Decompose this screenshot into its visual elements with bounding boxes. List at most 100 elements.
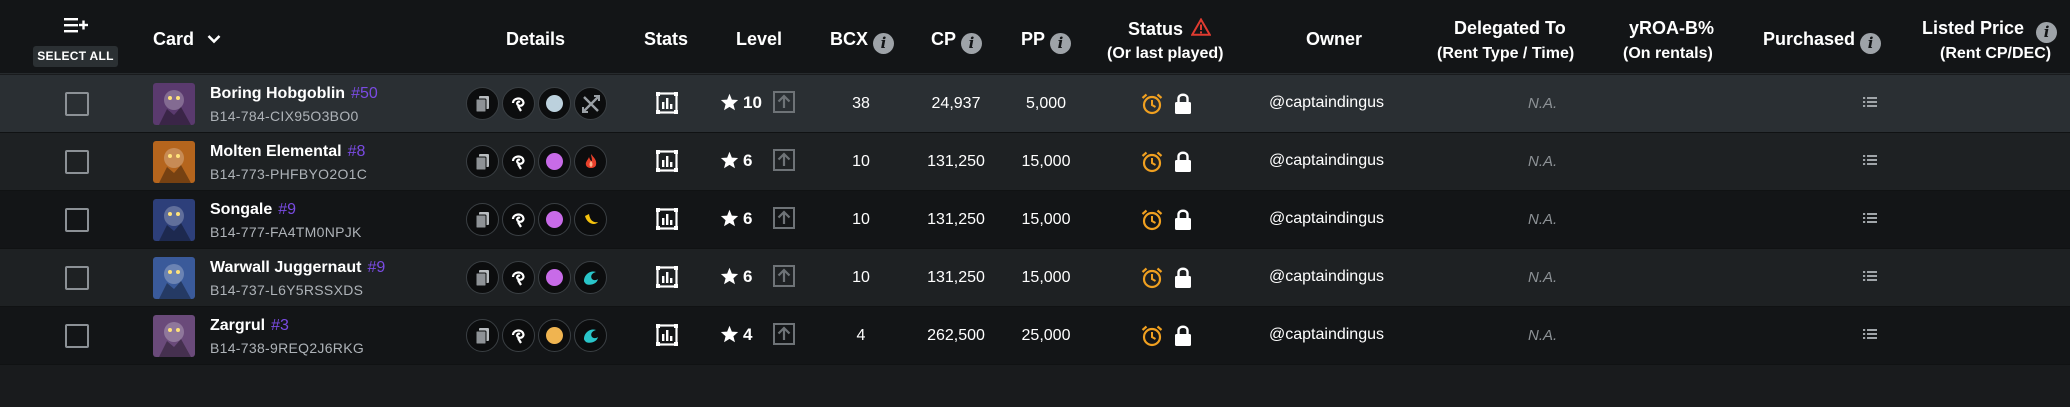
ability-icon[interactable] xyxy=(574,145,607,178)
row-checkbox[interactable] xyxy=(65,92,89,116)
owner-link[interactable]: @captaindingus xyxy=(1269,94,1384,112)
select-all-icon[interactable] xyxy=(64,16,88,39)
card-name-line[interactable]: Warwall Juggernaut #9 xyxy=(210,259,385,277)
cards-icon[interactable] xyxy=(466,145,499,178)
cards-icon[interactable] xyxy=(466,319,499,352)
level-up-button[interactable] xyxy=(773,91,795,113)
card-name-line[interactable]: Zargrul #3 xyxy=(210,317,289,335)
level-up-button[interactable] xyxy=(773,265,795,287)
card-column-header[interactable]: Card xyxy=(153,29,221,50)
table-row[interactable]: Warwall Juggernaut #9 B14-737-L6Y5RSSXDS … xyxy=(0,249,2070,307)
table-row[interactable]: Boring Hobgoblin #50 B14-784-CIX95O3BO0 1… xyxy=(0,75,2070,133)
alarm-clock-icon[interactable] xyxy=(1141,325,1163,347)
pp-value: 15,000 xyxy=(1021,269,1071,286)
owner-link[interactable]: @captaindingus xyxy=(1269,326,1384,344)
lock-icon[interactable] xyxy=(1174,92,1192,115)
row-checkbox[interactable] xyxy=(65,208,89,232)
owner-link[interactable]: @captaindingus xyxy=(1269,152,1384,170)
card-name[interactable]: Boring Hobgoblin xyxy=(210,85,345,102)
stats-icon[interactable] xyxy=(656,92,678,114)
owner-link[interactable]: @captaindingus xyxy=(1269,268,1384,286)
element-icon[interactable] xyxy=(538,261,571,294)
swirl-icon[interactable] xyxy=(502,319,535,352)
card-thumbnail[interactable] xyxy=(153,199,195,241)
ability-icon[interactable] xyxy=(574,203,607,236)
alarm-clock-icon[interactable] xyxy=(1141,93,1163,115)
alarm-clock-icon[interactable] xyxy=(1141,267,1163,289)
level-up-button[interactable] xyxy=(773,207,795,229)
card-edition: #9 xyxy=(367,259,386,276)
cp-header[interactable]: CP i xyxy=(931,29,983,54)
alarm-clock-icon[interactable] xyxy=(1141,209,1163,231)
lock-icon[interactable] xyxy=(1174,266,1192,289)
bcx-value: 4 xyxy=(856,327,866,344)
card-name[interactable]: Zargrul xyxy=(210,317,265,334)
table-row[interactable]: Molten Elemental #8 B14-773-PHFBYO2O1C 6 … xyxy=(0,133,2070,191)
purchased-header[interactable]: Purchased i xyxy=(1763,29,1882,54)
star-icon xyxy=(720,209,739,227)
swirl-icon[interactable] xyxy=(502,87,535,120)
lock-icon[interactable] xyxy=(1174,208,1192,231)
stats-icon[interactable] xyxy=(656,324,678,346)
history-list-icon[interactable] xyxy=(1863,328,1877,340)
select-all-button[interactable]: SELECT ALL xyxy=(33,46,118,67)
row-checkbox[interactable] xyxy=(65,266,89,290)
card-name-line[interactable]: Songale #9 xyxy=(210,201,296,219)
table-row[interactable]: Songale #9 B14-777-FA4TM0NPJK 6 10 131,25… xyxy=(0,191,2070,249)
level-header[interactable]: Level xyxy=(736,29,782,50)
arrow-up-icon xyxy=(777,268,791,282)
lock-icon[interactable] xyxy=(1174,324,1192,347)
info-icon[interactable]: i xyxy=(873,33,895,54)
stats-icon[interactable] xyxy=(656,266,678,288)
cards-icon[interactable] xyxy=(466,261,499,294)
stats-icon[interactable] xyxy=(656,150,678,172)
warning-icon[interactable] xyxy=(1190,17,1212,36)
swirl-icon[interactable] xyxy=(502,145,535,178)
info-icon[interactable]: i xyxy=(1050,33,1072,54)
card-thumbnail[interactable] xyxy=(153,141,195,183)
row-checkbox[interactable] xyxy=(65,324,89,348)
info-icon[interactable]: i xyxy=(1860,33,1882,54)
ability-icon[interactable] xyxy=(574,87,607,120)
history-list-icon[interactable] xyxy=(1863,96,1877,108)
listed-price-header[interactable]: Listed Price i xyxy=(1922,18,2058,43)
alarm-clock-icon[interactable] xyxy=(1141,151,1163,173)
history-list-icon[interactable] xyxy=(1863,154,1877,166)
card-thumbnail[interactable] xyxy=(153,257,195,299)
history-list-icon[interactable] xyxy=(1863,270,1877,282)
lock-icon[interactable] xyxy=(1174,150,1192,173)
chevron-down-icon[interactable] xyxy=(207,34,221,44)
cards-icon[interactable] xyxy=(466,203,499,236)
bcx-header-label: BCX xyxy=(830,29,869,49)
ability-icon[interactable] xyxy=(574,261,607,294)
card-name-line[interactable]: Molten Elemental #8 xyxy=(210,143,365,161)
row-checkbox[interactable] xyxy=(65,150,89,174)
info-icon[interactable]: i xyxy=(961,33,983,54)
card-edition: #50 xyxy=(351,85,378,102)
element-icon[interactable] xyxy=(538,319,571,352)
ability-icon[interactable] xyxy=(574,319,607,352)
element-icon[interactable] xyxy=(538,145,571,178)
card-name[interactable]: Molten Elemental xyxy=(210,143,342,160)
card-name[interactable]: Warwall Juggernaut xyxy=(210,259,361,276)
level-value: 4 xyxy=(743,325,753,344)
info-icon[interactable]: i xyxy=(2036,22,2058,43)
level-up-button[interactable] xyxy=(773,323,795,345)
element-icon[interactable] xyxy=(538,87,571,120)
card-name[interactable]: Songale xyxy=(210,201,272,218)
card-thumbnail[interactable] xyxy=(153,315,195,357)
pp-header[interactable]: PP i xyxy=(1021,29,1072,54)
card-name-line[interactable]: Boring Hobgoblin #50 xyxy=(210,85,378,103)
swirl-icon[interactable] xyxy=(502,261,535,294)
cards-icon[interactable] xyxy=(466,87,499,120)
history-list-icon[interactable] xyxy=(1863,212,1877,224)
level-up-button[interactable] xyxy=(773,149,795,171)
stats-icon[interactable] xyxy=(656,208,678,230)
bcx-header[interactable]: BCX i xyxy=(830,29,895,54)
swirl-icon[interactable] xyxy=(502,203,535,236)
table-row[interactable]: Zargrul #3 B14-738-9REQ2J6RKG 4 4 262,500… xyxy=(0,307,2070,365)
card-thumbnail[interactable] xyxy=(153,83,195,125)
element-icon[interactable] xyxy=(538,203,571,236)
yroa-subheader: (On rentals) xyxy=(1623,45,1713,62)
owner-link[interactable]: @captaindingus xyxy=(1269,210,1384,228)
